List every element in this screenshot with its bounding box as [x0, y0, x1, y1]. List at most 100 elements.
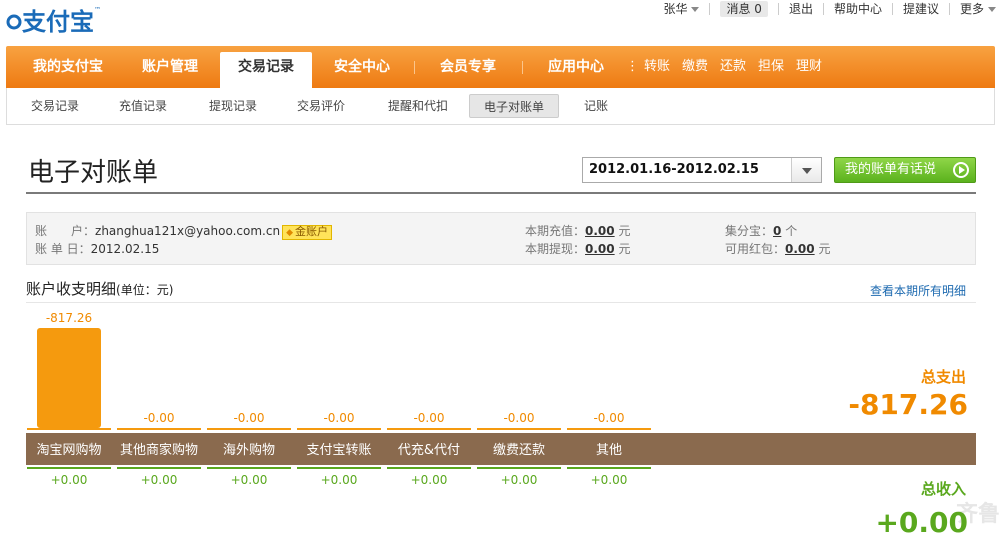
category-label[interactable]: 淘宝网购物 [36, 442, 101, 458]
page-title: 电子对账单 [28, 158, 159, 188]
bill-date-label: 账 单 日： [35, 242, 91, 256]
alipay-logo[interactable]: 支付宝 ™ [6, 2, 106, 38]
income-baseline [387, 467, 471, 469]
expense-baseline [387, 428, 471, 430]
income-baseline [207, 467, 291, 469]
withdraw-row: 本期提现：0.00 元 [525, 240, 630, 257]
recharge-value[interactable]: 0.00 [585, 224, 615, 238]
expense-data-label: -0.00 [593, 411, 624, 425]
messages-link[interactable]: 消息 0 [709, 1, 777, 17]
main-nav: 我的支付宝 账户管理 交易记录 安全中心 会员专享 应用中心 ⋮ 转账 缴费 还… [6, 46, 995, 88]
quick-transfer[interactable]: 转账 [644, 46, 670, 88]
recharge-row: 本期充值：0.00 元 [525, 222, 630, 239]
account-label: 账 户： [35, 224, 96, 238]
nav-my-alipay[interactable]: 我的支付宝 [16, 46, 120, 88]
income-data-label: +0.00 [231, 473, 268, 487]
play-icon [953, 162, 969, 178]
expense-data-label: -0.00 [503, 411, 534, 425]
expense-data-label: -0.00 [323, 411, 354, 425]
total-expense-label: 总支出 [920, 368, 966, 386]
chevron-down-icon [988, 7, 996, 12]
tab-reminders[interactable]: 提醒和代扣 [373, 94, 463, 118]
redpacket-row: 可用红包：0.00 元 [725, 240, 830, 257]
account-info-panel: 账 户：zhanghua121x@yahoo.com.cn金账户 账 单 日：2… [26, 212, 976, 265]
more-menu[interactable]: 更多 [948, 3, 1006, 15]
expense-bar [37, 328, 101, 428]
total-income-label: 总收入 [920, 480, 966, 498]
complain-label: 我的账单有话说 [845, 162, 937, 177]
tab-transaction-records[interactable]: 交易记录 [21, 94, 89, 118]
top-links: 张华 消息 0 退出 帮助中心 提建议 更多 [586, 0, 1006, 18]
bill-date-row: 账 单 日：2012.02.15 [35, 240, 159, 257]
logo-text: 支付宝 [22, 8, 94, 36]
tab-withdraw-records[interactable]: 提现记录 [197, 94, 269, 118]
complain-button[interactable]: 我的账单有话说 [834, 157, 976, 183]
income-baseline [117, 467, 201, 469]
nav-divider [414, 61, 415, 74]
income-baseline [27, 467, 111, 469]
category-label[interactable]: 支付宝转账 [306, 443, 371, 458]
nav-security[interactable]: 安全中心 [316, 46, 408, 88]
section-unit: (单位：元) [116, 283, 174, 297]
category-label[interactable]: 缴费还款 [493, 443, 545, 458]
help-link[interactable]: 帮助中心 [822, 3, 892, 15]
date-range-select[interactable]: 2012.01.16-2012.02.15 [582, 157, 822, 183]
category-label[interactable]: 代充&代付 [398, 442, 460, 458]
title-divider [26, 192, 976, 194]
tab-bookkeeping[interactable]: 记账 [571, 94, 621, 118]
expense-data-label: -0.00 [413, 411, 444, 425]
nav-transactions[interactable]: 交易记录 [220, 52, 312, 88]
gold-account-badge[interactable]: 金账户 [282, 225, 332, 240]
total-income-value: +0.00 [875, 506, 968, 539]
nav-divider [522, 61, 523, 74]
withdraw-unit: 元 [618, 242, 631, 256]
messages-badge: 消息 0 [720, 1, 768, 17]
sub-nav: 交易记录 充值记录 提现记录 交易评价 提醒和代扣 电子对账单 记账 [6, 88, 995, 125]
expense-data-label: -817.26 [46, 311, 92, 325]
recharge-label: 本期充值： [525, 224, 586, 238]
quick-dots: ⋮ [626, 59, 639, 74]
category-label[interactable]: 海外购物 [223, 442, 275, 458]
tab-transaction-reviews[interactable]: 交易评价 [285, 94, 357, 118]
category-label[interactable]: 其他商家购物 [120, 442, 198, 458]
expense-data-label: -0.00 [233, 411, 264, 425]
trademark-icon: ™ [94, 6, 101, 14]
account-row: 账 户：zhanghua121x@yahoo.com.cn金账户 [35, 222, 332, 240]
points-unit: 个 [785, 224, 798, 238]
points-value[interactable]: 0 [773, 224, 781, 238]
income-baseline [477, 467, 561, 469]
redpacket-unit: 元 [818, 242, 831, 256]
nav-apps[interactable]: 应用中心 [530, 46, 622, 88]
suggest-link[interactable]: 提建议 [891, 3, 949, 15]
category-label[interactable]: 其他 [596, 443, 622, 458]
tab-e-statement[interactable]: 电子对账单 [469, 94, 559, 118]
nav-member[interactable]: 会员专享 [422, 46, 514, 88]
logout-link[interactable]: 退出 [777, 3, 823, 15]
redpacket-value[interactable]: 0.00 [785, 242, 815, 256]
expense-data-label: -0.00 [143, 411, 174, 425]
tab-recharge-records[interactable]: 充值记录 [107, 94, 179, 118]
income-data-label: +0.00 [51, 473, 88, 487]
income-data-label: +0.00 [321, 473, 358, 487]
section-title: 账户收支明细(单位：元) [26, 278, 173, 299]
quick-escrow[interactable]: 担保 [758, 46, 784, 88]
view-all-details-link[interactable]: 查看本期所有明细 [870, 282, 966, 299]
quick-repay[interactable]: 还款 [720, 46, 746, 88]
nav-account[interactable]: 账户管理 [124, 46, 216, 88]
user-menu[interactable]: 张华 [653, 3, 709, 15]
expense-baseline [117, 428, 201, 430]
quick-finance[interactable]: 理财 [796, 46, 822, 88]
income-expense-chart: -817.26 淘宝网购物 +0.00 -0.00 其他商家购物 +0.00 -0.00 海外… [26, 311, 976, 487]
income-baseline [567, 467, 651, 469]
section-divider [26, 302, 976, 303]
user-name: 张华 [663, 2, 688, 16]
income-data-label: +0.00 [141, 473, 178, 487]
withdraw-value[interactable]: 0.00 [585, 242, 615, 256]
income-data-label: +0.00 [411, 473, 448, 487]
quick-pay-bills[interactable]: 缴费 [682, 46, 708, 88]
chevron-down-icon[interactable] [791, 158, 821, 182]
expense-baseline [297, 428, 381, 430]
recharge-unit: 元 [618, 224, 631, 238]
points-row: 集分宝：0 个 [725, 222, 797, 239]
bill-date-value: 2012.02.15 [90, 242, 160, 256]
